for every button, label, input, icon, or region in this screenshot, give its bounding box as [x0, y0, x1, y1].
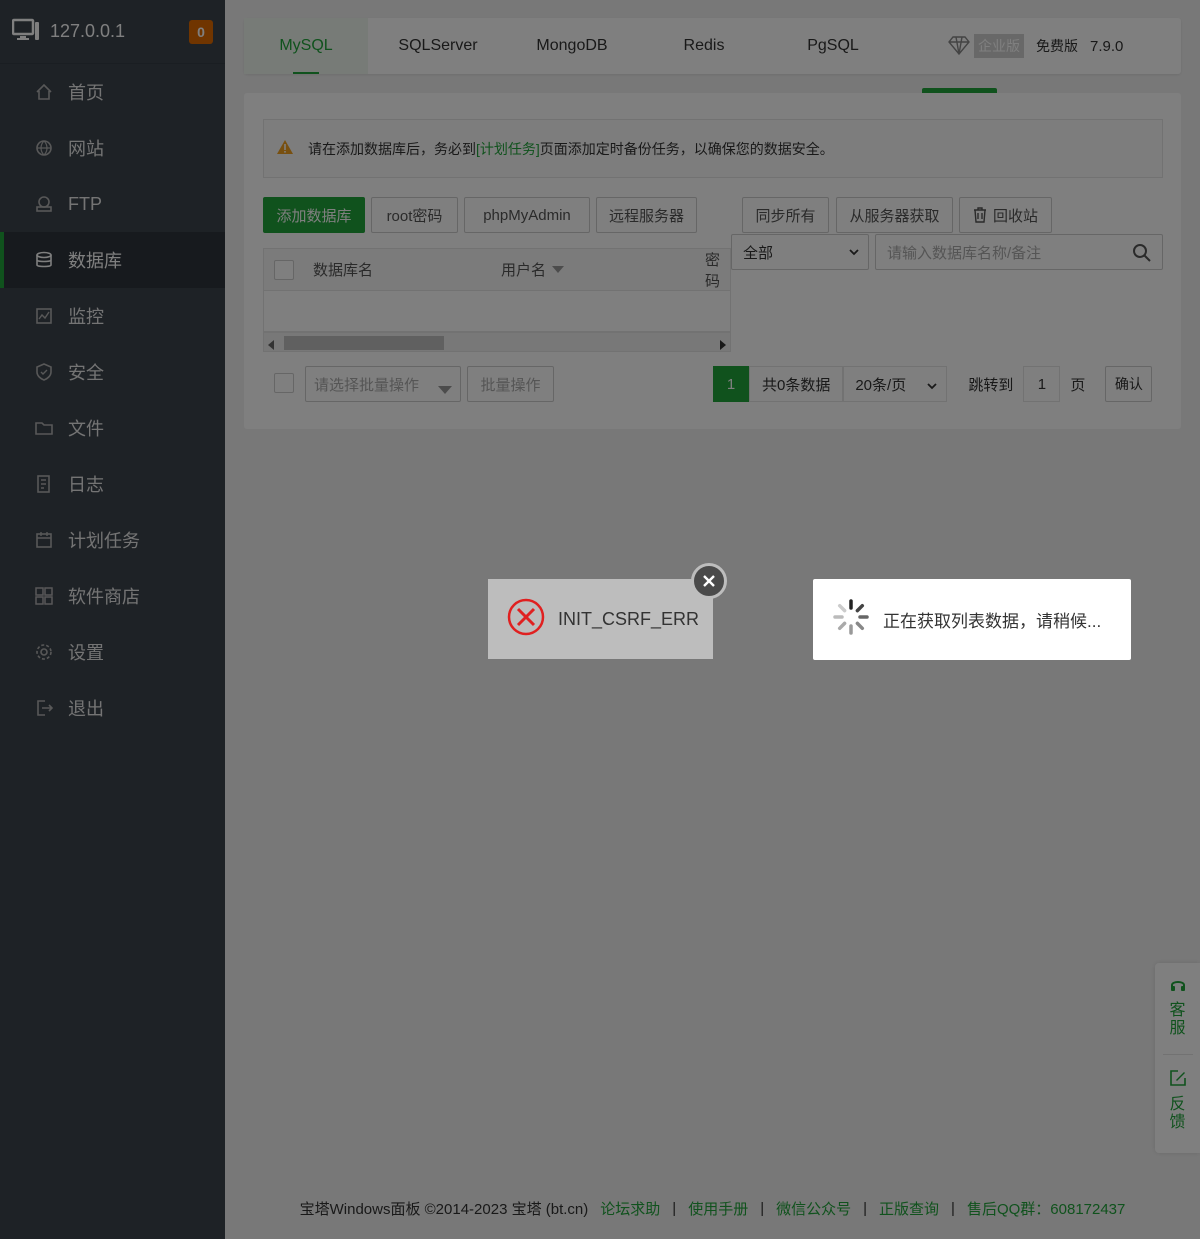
error-x-icon: [506, 597, 546, 642]
loading-dialog: 正在获取列表数据，请稍候...: [813, 579, 1131, 660]
error-close-button[interactable]: [691, 563, 727, 599]
close-icon: [702, 574, 716, 588]
error-message: INIT_CSRF_ERR: [558, 608, 700, 629]
error-message-dialog: INIT_CSRF_ERR: [488, 579, 713, 659]
loading-message: 正在获取列表数据，请稍候...: [883, 612, 1102, 631]
loading-spinner-icon: [831, 597, 871, 642]
